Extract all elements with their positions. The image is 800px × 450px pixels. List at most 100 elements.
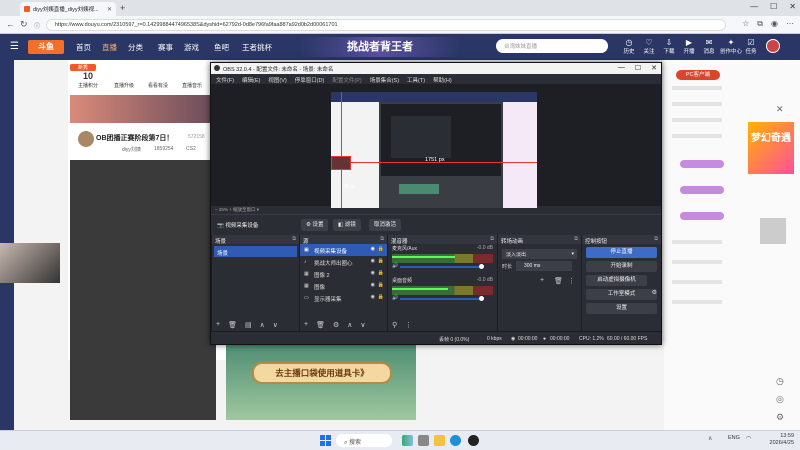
task-icon[interactable]: ☑ 任务 — [742, 38, 760, 55]
dock-undock-icon[interactable]: ⧉ — [574, 236, 578, 242]
streamer-avatar[interactable] — [78, 131, 94, 147]
back-icon[interactable]: ← — [6, 19, 15, 29]
add-source-icon[interactable]: + — [304, 321, 308, 329]
edge-icon[interactable] — [450, 435, 461, 446]
pc-client-badge[interactable]: PC客户端 — [676, 70, 720, 80]
browser-tab[interactable]: diyy刘姨直播_diyy刘姨视... ✕ — [20, 2, 116, 16]
transition-menu-icon[interactable]: ⋮ — [568, 277, 575, 285]
virtual-camera-settings-icon[interactable]: ⚙ — [652, 289, 657, 296]
menu-file[interactable]: 文件(F) — [216, 76, 234, 84]
preview-canvas[interactable]: 1751 px 38 px — [331, 92, 537, 208]
remove-scene-icon[interactable]: 🗑 — [228, 321, 237, 329]
language-indicator[interactable]: ENG — [728, 435, 740, 441]
nav-home[interactable]: 首页 — [76, 42, 91, 53]
scene-item[interactable]: 场景 — [214, 246, 297, 257]
obs-maximize-icon[interactable]: ☐ — [635, 64, 641, 72]
volume-slider[interactable]: 🔊 — [392, 263, 493, 270]
favorite-icon[interactable]: ☆ — [742, 19, 749, 29]
obs-preview[interactable]: 1751 px 38 px — [211, 84, 661, 208]
menu-profile[interactable]: 配置文件(P) — [332, 76, 361, 84]
file-explorer-icon[interactable] — [434, 435, 445, 446]
lock-icon[interactable]: 🔒 — [378, 246, 384, 252]
zoom-controls[interactable]: − 25% + 缩放至窗口 ▾ — [211, 206, 661, 214]
message-icon[interactable]: ✉ 消息 — [700, 38, 718, 55]
move-down-icon[interactable]: ∨ — [273, 321, 278, 329]
refresh-icon[interactable]: ↻ — [20, 19, 28, 30]
menu-icon[interactable]: ☰ — [10, 41, 19, 52]
history-side-icon[interactable]: ◷ — [776, 376, 784, 387]
user-avatar[interactable] — [766, 39, 780, 53]
source-item[interactable]: ♪ 挑战大师出圈心 ◉ 🔒 — [300, 256, 387, 268]
ad-button[interactable]: 去主播口袋使用道具卡》 — [252, 362, 392, 384]
maximize-icon[interactable]: ☐ — [770, 2, 777, 11]
profile-icon[interactable]: ◉ — [771, 19, 778, 29]
source-filters-button[interactable]: ◧ 滤镜 — [333, 219, 361, 231]
widget-icon[interactable] — [402, 435, 413, 446]
visibility-icon[interactable]: ◉ — [371, 294, 375, 300]
obs-taskbar-icon[interactable] — [468, 435, 479, 446]
nav-fishbar[interactable]: 鱼吧 — [214, 42, 229, 53]
source-properties-icon[interactable]: ⚙ — [333, 321, 339, 329]
gift-icon[interactable] — [760, 218, 786, 244]
task-view-icon[interactable] — [418, 435, 429, 446]
start-icon[interactable] — [320, 435, 331, 446]
creator-center-icon[interactable]: ✦ 创作中心 — [718, 38, 744, 55]
volume-knob[interactable] — [479, 296, 484, 301]
move-up-icon[interactable]: ∧ — [347, 321, 352, 329]
scene-filter-icon[interactable]: ▤ — [245, 321, 252, 329]
stat-item-2[interactable]: 直播音乐 — [174, 82, 210, 89]
transition-select[interactable]: 淡入淡出 ▾ — [502, 249, 577, 259]
follow-icon[interactable]: ♡ 关注 — [640, 38, 658, 55]
speaker-icon[interactable]: 🔊 — [392, 263, 398, 269]
studio-mode-button[interactable]: 工作室模式 — [586, 289, 657, 300]
lock-icon[interactable]: 🔒 — [378, 258, 384, 264]
lock-icon[interactable]: 🔒 — [378, 282, 384, 288]
menu-tools[interactable]: 工具(T) — [407, 76, 425, 84]
mixer-link-icon[interactable]: ⚲ — [392, 321, 397, 329]
lock-icon[interactable]: 🔒 — [378, 270, 384, 276]
tray-arrow-icon[interactable]: ∧ — [708, 435, 712, 442]
download-icon[interactable]: ⇩ 下载 — [660, 38, 678, 55]
volume-knob[interactable] — [479, 264, 484, 269]
menu-scene-collection[interactable]: 场景集合(S) — [370, 76, 399, 84]
stop-streaming-button[interactable]: 停止直播 — [586, 247, 657, 258]
source-item[interactable]: ▦ 图像 ◉ 🔒 — [300, 280, 387, 292]
douyu-search-input[interactable]: 台湾妹妹直播 — [496, 39, 608, 53]
speaker-icon[interactable]: 🔊 — [392, 295, 398, 301]
douyu-logo[interactable]: 斗鱼 — [28, 40, 64, 54]
more-icon[interactable]: ⋯ — [786, 19, 794, 29]
virtual-camera-button[interactable]: 启动虚拟摄像机 — [586, 275, 647, 286]
promo-banner[interactable]: 梦幻奇遇 — [748, 122, 794, 174]
url-field[interactable]: https://www.douyu.com/2310597_r=0.142998… — [46, 19, 726, 31]
obs-close-icon[interactable]: ✕ — [651, 64, 657, 72]
source-item[interactable]: ▣ 视频采集设备 ◉ 🔒 — [300, 244, 387, 256]
lock-icon[interactable]: 🔒 — [378, 294, 384, 300]
selection-box[interactable] — [331, 156, 351, 170]
start-recording-button[interactable]: 开始录制 — [586, 261, 657, 272]
duration-input[interactable]: 300 ms — [516, 261, 572, 271]
menu-docks[interactable]: 停靠窗口(D) — [295, 76, 325, 84]
dock-undock-icon[interactable]: ⧉ — [292, 236, 296, 242]
source-item[interactable]: ▭ 显示器采集 ◉ 🔒 — [300, 292, 387, 304]
game-tag[interactable]: CS2 — [186, 146, 196, 152]
start-live-icon[interactable]: ▶ 开播 — [680, 38, 698, 55]
visibility-icon[interactable]: ◉ — [371, 246, 375, 252]
tab-close-icon[interactable]: ✕ — [107, 6, 112, 13]
minimize-icon[interactable]: — — [750, 2, 758, 11]
menu-edit[interactable]: 编辑(E) — [242, 76, 260, 84]
collections-icon[interactable]: ⧉ — [757, 19, 763, 29]
new-tab-icon[interactable]: + — [120, 3, 125, 13]
nav-kog-cup[interactable]: 王者挑杯 — [242, 42, 272, 53]
obs-minimize-icon[interactable]: — — [618, 64, 625, 72]
nav-games[interactable]: 游戏 — [184, 42, 199, 53]
menu-help[interactable]: 帮助(H) — [433, 76, 452, 84]
clock[interactable]: 13:59 2026/4/25 — [758, 433, 794, 447]
event-banner[interactable]: 挑战者背王者 — [300, 37, 460, 57]
stat-item-1[interactable]: 看看有没 — [140, 82, 176, 89]
remove-transition-icon[interactable]: 🗑 — [554, 277, 563, 285]
settings-button[interactable]: 设置 — [586, 303, 657, 314]
add-scene-icon[interactable]: + — [216, 321, 220, 329]
move-down-icon[interactable]: ∨ — [360, 321, 365, 329]
visibility-icon[interactable]: ◉ — [371, 282, 375, 288]
visibility-icon[interactable]: ◉ — [371, 270, 375, 276]
